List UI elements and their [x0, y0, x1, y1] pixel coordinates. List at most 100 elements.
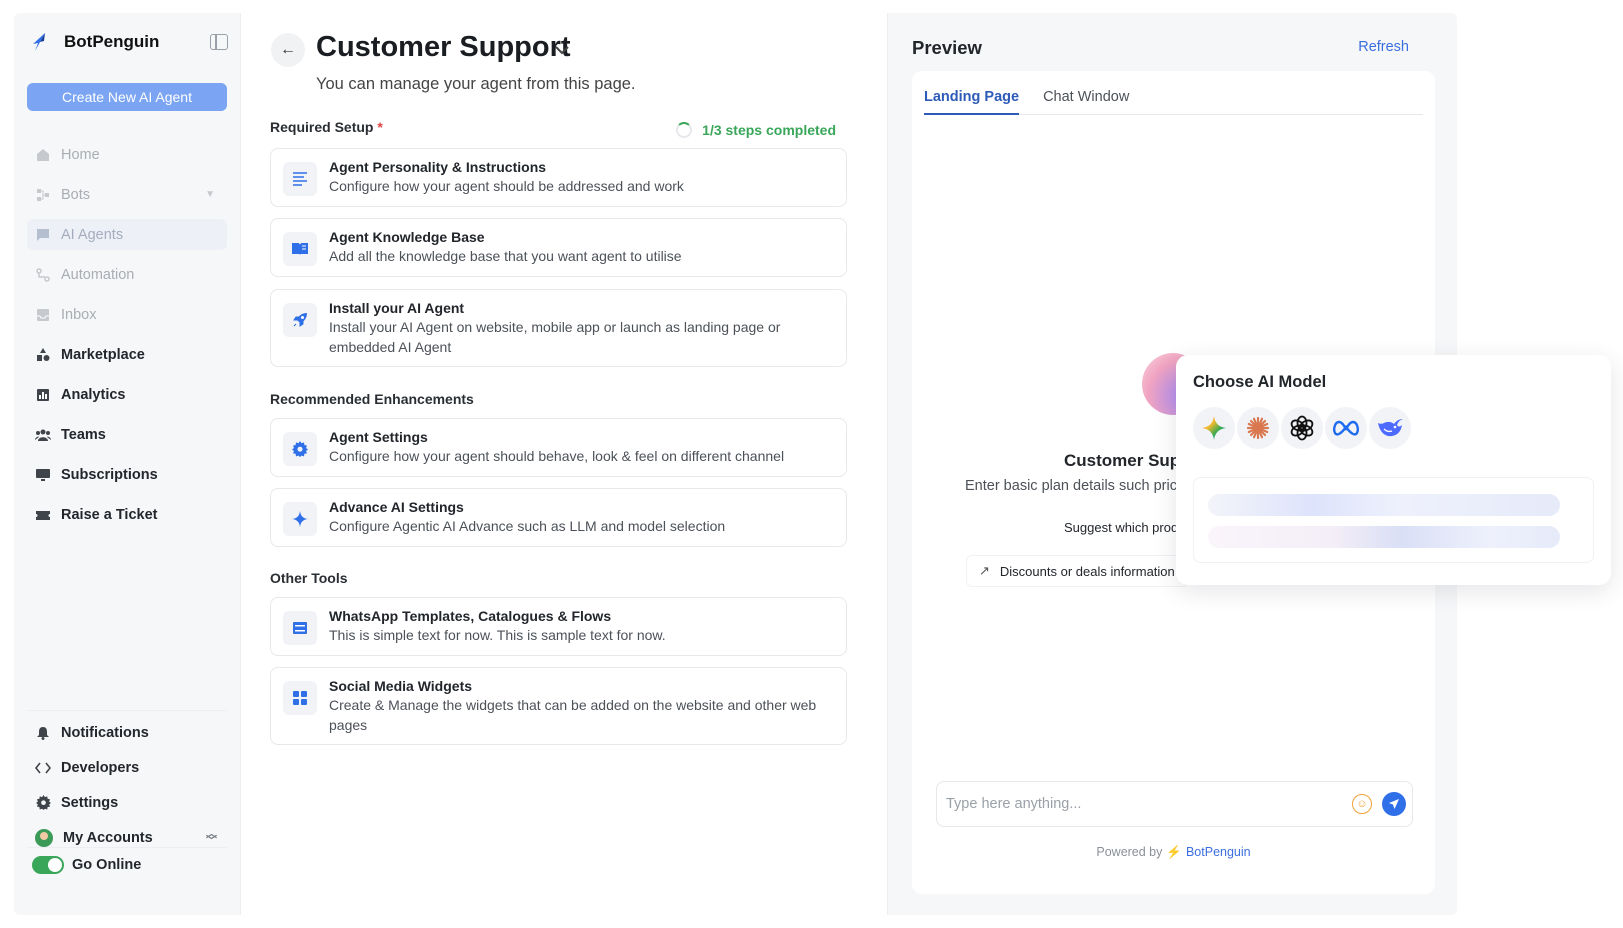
card-description: Install your AI Agent on website, mobile… — [329, 319, 781, 355]
sparkle-icon — [283, 502, 317, 536]
sidebar-item-analytics[interactable]: Analytics — [27, 379, 227, 410]
advance-ai-settings-card[interactable]: Advance AI Settings Configure Agentic AI… — [270, 488, 847, 547]
bolt-icon: ⚡ — [1166, 845, 1182, 859]
skeleton-line — [1208, 494, 1560, 516]
recommended-heading: Recommended Enhancements — [270, 391, 474, 407]
sidebar-item-label: Subscriptions — [61, 466, 158, 483]
go-online-label: Go Online — [72, 857, 142, 873]
go-online-row: Go Online — [27, 847, 227, 874]
rocket-icon — [283, 303, 317, 337]
chat-input[interactable]: Type here anything... ☺ — [936, 781, 1413, 827]
arrow-up-right-icon: ↗ — [979, 563, 990, 578]
agent-personality-card[interactable]: Agent Personality & Instructions Configu… — [270, 148, 847, 207]
card-title: Advance AI Settings — [329, 499, 464, 515]
sidebar-item-automation[interactable]: Automation — [27, 259, 227, 290]
create-ai-agent-button[interactable]: Create New AI Agent — [27, 83, 227, 111]
claude-icon[interactable] — [1237, 407, 1279, 449]
chevron-up-down-icon[interactable]: ︿ ﹀ — [206, 828, 217, 846]
sidebar-item-inbox[interactable]: Inbox — [27, 299, 227, 330]
sidebar-item-label: Developers — [61, 759, 140, 776]
main-panel: ← Customer Support You can manage your a… — [241, 13, 886, 915]
sidebar-bottom: Notifications Developers Settings My Acc… — [27, 710, 227, 855]
sidebar-item-label: Notifications — [61, 724, 149, 741]
sidebar-item-subscriptions[interactable]: Subscriptions — [27, 459, 227, 490]
chevron-down-icon: ▼ — [205, 189, 215, 200]
text-lines-icon — [283, 162, 317, 196]
sidebar-item-ai-agents[interactable]: AI Agents — [27, 219, 227, 250]
emoji-icon[interactable]: ☺ — [1352, 794, 1372, 814]
gemini-icon[interactable] — [1193, 407, 1235, 449]
steps-label: 1/3 steps completed — [702, 122, 836, 138]
meta-icon[interactable] — [1325, 407, 1367, 449]
model-list — [1193, 407, 1413, 449]
page-title: Customer Support — [316, 31, 571, 63]
card-description: Configure how your agent should be addre… — [329, 178, 684, 194]
home-icon — [35, 147, 51, 163]
powered-by-brand[interactable]: BotPenguin — [1186, 845, 1251, 859]
chevron-down-icon[interactable] — [553, 41, 571, 59]
social-media-widgets-card[interactable]: Social Media Widgets Create & Manage the… — [270, 667, 847, 745]
sidebar-item-bots[interactable]: Bots ▼ — [27, 179, 227, 210]
bell-icon — [35, 725, 51, 741]
card-title: Install your AI Agent — [329, 300, 465, 316]
sidebar-item-label: Analytics — [61, 386, 126, 403]
bots-icon — [35, 187, 51, 203]
card-title: Agent Knowledge Base — [329, 229, 485, 245]
avatar — [35, 828, 53, 847]
sidebar-item-label: Teams — [61, 426, 106, 443]
botpenguin-logo-icon — [28, 30, 52, 54]
page-subtitle: You can manage your agent from this page… — [316, 75, 636, 93]
popup-title: Choose AI Model — [1193, 373, 1327, 391]
shapes-icon — [35, 347, 51, 363]
sidebar-item-notifications[interactable]: Notifications — [27, 715, 227, 750]
other-tools-heading: Other Tools — [270, 570, 348, 586]
suggestion-chip[interactable]: ↗ Discounts or deals information — [966, 555, 1188, 587]
tab-chat-window[interactable]: Chat Window — [1043, 89, 1129, 115]
chat-icon — [35, 227, 51, 243]
card-title: WhatsApp Templates, Catalogues & Flows — [329, 608, 612, 624]
sidebar-item-home[interactable]: Home — [27, 139, 227, 170]
gear-icon — [35, 795, 51, 811]
bot-description: Enter basic plan details such pricin — [965, 478, 1189, 494]
openai-icon[interactable] — [1281, 407, 1323, 449]
send-button[interactable] — [1382, 792, 1406, 816]
sidebar-collapse-icon[interactable] — [210, 34, 228, 50]
send-icon — [1389, 799, 1399, 809]
sidebar-item-marketplace[interactable]: Marketplace — [27, 339, 227, 370]
agent-settings-card[interactable]: Agent Settings Configure how your agent … — [270, 418, 847, 477]
required-setup-heading: Required Setup * — [270, 119, 383, 135]
progress-spinner-icon — [676, 122, 693, 138]
sidebar-item-raise-a-ticket[interactable]: Raise a Ticket — [27, 499, 227, 530]
suggestion-label: Discounts or deals information — [999, 563, 1175, 579]
tab-landing-page[interactable]: Landing Page — [924, 89, 1020, 115]
chart-icon — [35, 387, 51, 403]
whatsapp-templates-card[interactable]: WhatsApp Templates, Catalogues & Flows T… — [270, 597, 847, 656]
ticket-icon — [35, 507, 51, 523]
card-description: Configure Agentic AI Advance such as LLM… — [329, 518, 726, 534]
sidebar: BotPenguin Create New AI Agent Home Bots… — [14, 13, 241, 915]
sidebar-item-teams[interactable]: Teams — [27, 419, 227, 450]
install-ai-agent-card[interactable]: Install your AI Agent Install your AI Ag… — [270, 289, 847, 367]
sidebar-nav: Home Bots ▼ AI Agents Automation Inbox M… — [27, 139, 227, 539]
deepseek-icon[interactable] — [1369, 407, 1411, 449]
book-icon — [283, 232, 317, 266]
sidebar-item-label: Raise a Ticket — [61, 506, 158, 523]
sidebar-item-label: AI Agents — [61, 226, 124, 243]
back-button[interactable]: ← — [271, 33, 305, 67]
agent-knowledge-base-card[interactable]: Agent Knowledge Base Add all the knowled… — [270, 218, 847, 277]
sidebar-item-label: My Accounts — [63, 829, 153, 846]
skeleton-line — [1208, 526, 1560, 548]
go-online-toggle[interactable] — [32, 856, 64, 874]
card-description: Create & Manage the widgets that can be … — [329, 697, 817, 733]
inbox-icon — [35, 307, 51, 323]
sidebar-item-label: Inbox — [61, 306, 97, 323]
card-title: Social Media Widgets — [329, 678, 473, 694]
choose-ai-model-popup: Choose AI Model — [1176, 355, 1611, 585]
sidebar-item-settings[interactable]: Settings — [27, 785, 227, 820]
preview-tabs: Landing Page Chat Window — [924, 89, 1423, 115]
team-icon — [35, 427, 51, 443]
sidebar-item-label: Bots — [61, 186, 91, 203]
refresh-link[interactable]: Refresh — [1358, 39, 1409, 55]
code-icon — [35, 760, 51, 776]
sidebar-item-developers[interactable]: Developers — [27, 750, 227, 785]
